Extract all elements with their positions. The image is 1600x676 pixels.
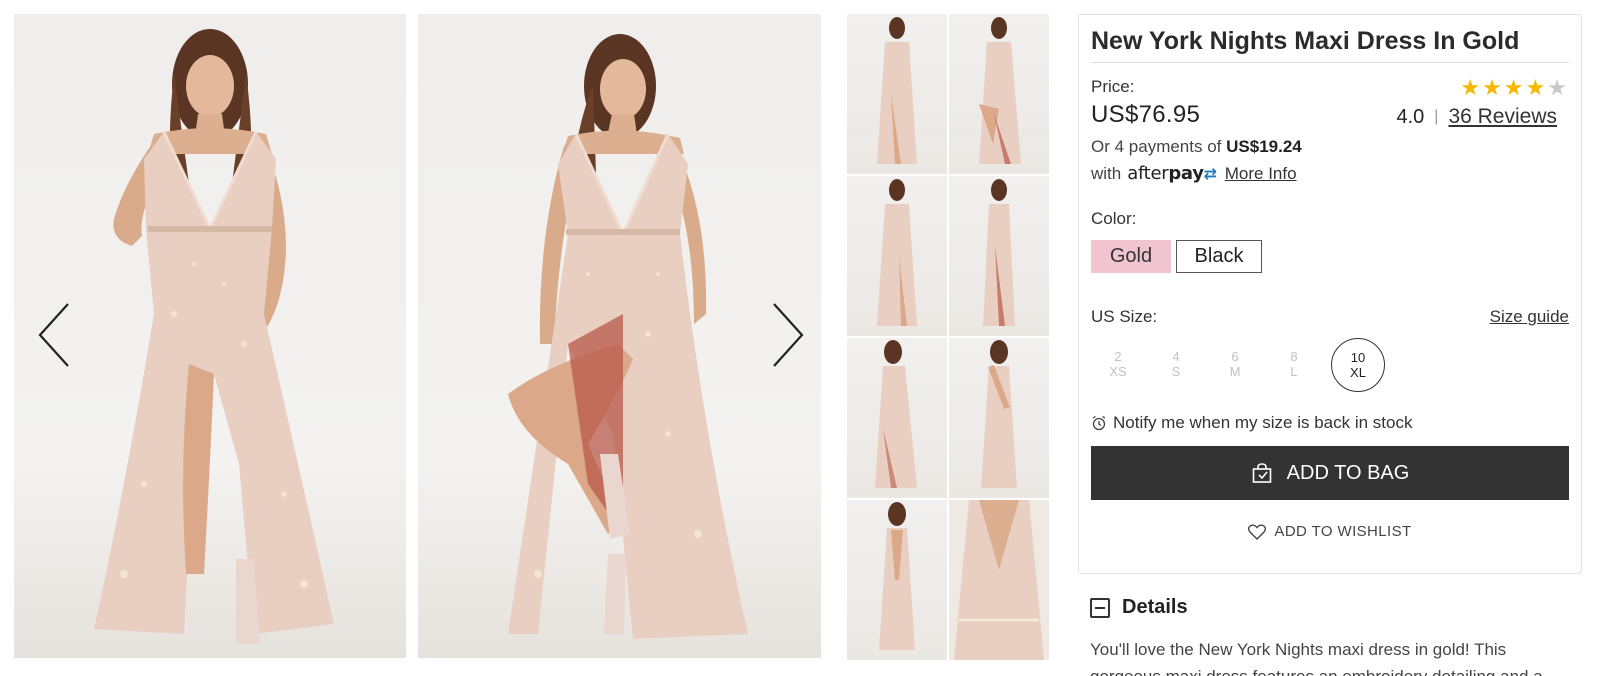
alarm-clock-icon: [1092, 415, 1106, 431]
notify-label: Notify me when my size is back in stock: [1113, 413, 1413, 432]
afterpay-logo: afterpay⇄: [1127, 163, 1217, 184]
size-guide-link[interactable]: Size guide: [1490, 307, 1569, 327]
details-title: Details: [1122, 596, 1188, 618]
size-option-2-xs[interactable]: 2 XS: [1091, 338, 1145, 392]
rating-separator: |: [1434, 108, 1439, 125]
star-icon: ★: [1547, 75, 1567, 100]
thumbnail-5[interactable]: [847, 338, 947, 498]
color-option-black[interactable]: Black: [1176, 240, 1262, 273]
previous-image-button[interactable]: [34, 300, 74, 370]
thumbnail-2[interactable]: [949, 14, 1049, 174]
chevron-right-icon: [773, 303, 804, 367]
size-option-6-m[interactable]: 6M: [1208, 338, 1262, 392]
details-description: You'll love the New York Nights maxi dre…: [1090, 640, 1543, 676]
thumbnail-1[interactable]: [847, 14, 947, 174]
add-to-wishlist-label: ADD TO WISHLIST: [1274, 523, 1412, 540]
size-option-10-xl[interactable]: 10 XL: [1331, 338, 1385, 392]
chevron-left-icon: [38, 303, 69, 367]
afterpay-mark-icon: ⇄: [1203, 164, 1217, 183]
product-price: US$76.95: [1091, 101, 1201, 128]
notify-back-in-stock[interactable]: Notify me when my size is back in stock: [1091, 413, 1412, 433]
afterpay-with: with: [1091, 163, 1122, 183]
afterpay-more-info-link[interactable]: More Info: [1225, 164, 1297, 184]
add-to-bag-button[interactable]: ADD TO BAG: [1091, 446, 1569, 500]
thumbnail-6[interactable]: [949, 338, 1049, 498]
color-label: Color:: [1091, 209, 1137, 228]
product-info-panel: New York Nights Maxi Dress In Gold Price…: [1078, 14, 1582, 574]
details-toggle[interactable]: Details: [1090, 596, 1188, 619]
star-icon: ★: [1460, 75, 1481, 100]
collapse-icon: [1090, 597, 1110, 618]
thumbnail-7[interactable]: [847, 500, 947, 660]
product-gallery: [0, 0, 1056, 676]
afterpay-installment-amount: US$19.24: [1226, 137, 1302, 156]
thumbnail-4[interactable]: [949, 176, 1049, 336]
star-icon: ★: [1503, 75, 1524, 100]
price-label: Price:: [1091, 77, 1135, 96]
add-to-bag-label: ADD TO BAG: [1286, 461, 1410, 484]
color-option-gold[interactable]: Gold: [1091, 240, 1171, 273]
thumbnail-grid: [847, 14, 1049, 660]
size-option-8-l[interactable]: 8L: [1267, 338, 1321, 392]
rating-value: 4.0: [1396, 105, 1425, 128]
rating-summary: 4.0 | 36 Reviews: [1396, 105, 1557, 129]
heart-icon: [1248, 523, 1267, 540]
size-label: US Size:: [1091, 307, 1158, 326]
star-icon: ★: [1482, 75, 1502, 100]
next-image-button[interactable]: [768, 300, 808, 370]
size-option-4-s[interactable]: 4S: [1149, 338, 1203, 392]
rating-stars: ★ ★ ★ ★ ★: [1460, 77, 1567, 99]
reviews-link[interactable]: 36 Reviews: [1448, 105, 1557, 129]
afterpay-prefix: Or 4 payments of: [1091, 137, 1222, 156]
shopping-bag-icon: [1252, 463, 1271, 483]
thumbnail-3[interactable]: [847, 176, 947, 336]
product-title: New York Nights Maxi Dress In Gold: [1091, 27, 1569, 63]
thumbnail-8[interactable]: [949, 500, 1049, 660]
add-to-wishlist-button[interactable]: ADD TO WISHLIST: [1079, 523, 1581, 540]
product-image-side: [418, 14, 821, 658]
star-icon: ★: [1525, 75, 1546, 100]
afterpay-line: with afterpay⇄ More Info: [1091, 163, 1297, 184]
afterpay-installments: Or 4 payments of US$19.24: [1091, 137, 1302, 157]
